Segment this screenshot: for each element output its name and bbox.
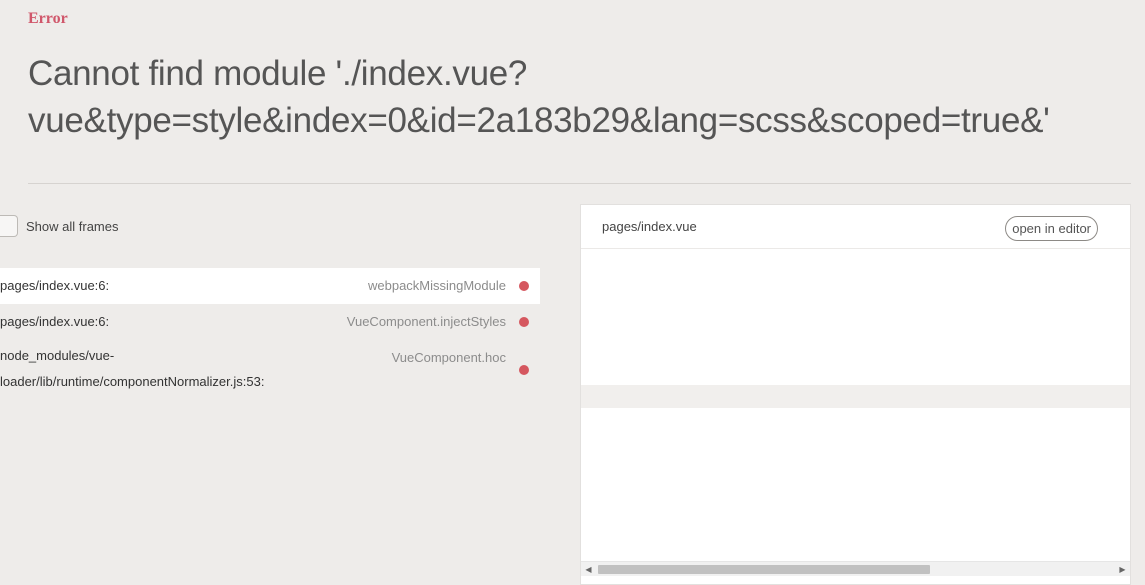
show-all-frames-checkbox[interactable] (0, 215, 18, 237)
frame-path-line2: loader/lib/runtime/componentNormalizer.j… (0, 374, 265, 389)
frame-function: VueComponent.hoc (391, 350, 506, 365)
error-label: Error (28, 10, 68, 27)
code-line: 5 <div class="card" v-for="item in posts… (581, 362, 1130, 385)
code-line: 7 <div class="card-body"> (581, 408, 1130, 431)
frame-path-line1: node_modules/vue- (0, 348, 115, 363)
frame-row[interactable]: pages/index.vue:6: VueComponent.injectSt… (0, 304, 540, 340)
frame-path: pages/index.vue:6: (0, 278, 110, 293)
code-line: 3 <div class="container"> (581, 315, 1130, 338)
horizontal-scrollbar[interactable]: ◀ ▶ (581, 561, 1130, 576)
frame-status-dot (519, 317, 529, 327)
frame-row[interactable]: node_modules/vue- loader/lib/runtime/com… (0, 340, 540, 396)
frame-function: VueComponent.injectStyles (346, 314, 506, 329)
open-in-editor-button[interactable]: open in editor (1005, 216, 1098, 241)
code-line: 12 (581, 524, 1130, 547)
panel-file-name: pages/index.vue (602, 219, 697, 234)
code-line: 11 </div> (581, 501, 1130, 524)
code-line-highlighted: 6 <!-- <img class="card-img-top" :src="i… (581, 384, 1130, 409)
panel-header: pages/index.vue open in editor (581, 205, 1130, 249)
code-line: 2 <div class="mt-5"> (581, 292, 1130, 315)
code-view: 1 <template> 2 <div class="mt-5"> 3 <div… (581, 269, 1130, 547)
error-message: Cannot find module './index.vue?vue&type… (28, 54, 1050, 140)
code-line: 1 <template> (581, 269, 1130, 292)
show-all-frames-toggle[interactable]: Show all frames (0, 214, 118, 238)
frame-status-dot (519, 281, 529, 291)
source-panel: pages/index.vue open in editor 1 <templa… (580, 204, 1131, 585)
frame-function: webpackMissingModule (367, 278, 506, 293)
code-line: 10 <p class="card-text"><small class="te… (581, 478, 1130, 501)
scroll-thumb[interactable] (598, 565, 930, 574)
frame-status-dot (519, 365, 529, 375)
frame-row[interactable]: pages/index.vue:6: webpackMissingModule (0, 268, 540, 304)
show-all-frames-label: Show all frames (26, 218, 119, 234)
triangle-left-icon[interactable]: ◀ (581, 562, 596, 577)
divider (28, 183, 1131, 184)
frame-path: pages/index.vue:6: (0, 314, 110, 329)
code-line: 4 <div class="card-columns"> (581, 339, 1130, 362)
code-line: 8 <p class="card-text"><small class="tex… (581, 431, 1130, 454)
triangle-right-icon[interactable]: ▶ (1115, 562, 1130, 577)
code-line: 9 <h5 class="card-title">{{ item.title }… (581, 455, 1130, 478)
